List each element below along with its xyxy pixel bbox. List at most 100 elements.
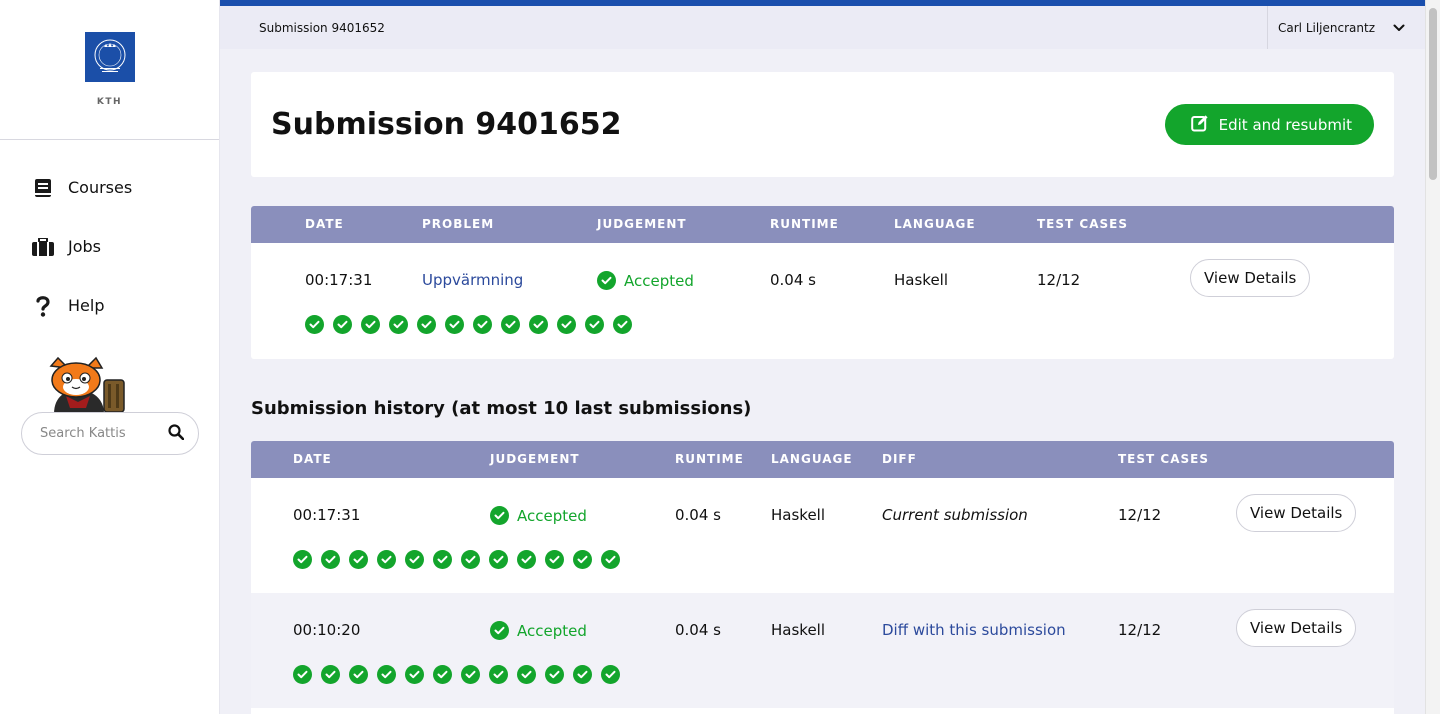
judgement-label: Accepted <box>517 506 587 525</box>
diff-link[interactable]: Diff with this submission <box>882 621 1066 639</box>
language-value: Haskell <box>771 621 826 639</box>
book-icon <box>32 177 54 199</box>
test-case-check-icon <box>361 315 380 334</box>
judgement-label: Accepted <box>517 621 587 640</box>
column-header-date: DATE <box>305 217 344 231</box>
sidebar-item-jobs[interactable]: Jobs <box>0 217 219 276</box>
edit-and-resubmit-button[interactable]: Edit and resubmit <box>1164 104 1374 145</box>
runtime-value: 0.04 s <box>770 271 816 289</box>
test-case-check-icon <box>501 315 520 334</box>
test-case-check-icon <box>293 665 312 684</box>
test-case-check-icon <box>333 315 352 334</box>
judgement-status: Accepted <box>490 506 587 525</box>
table-row: 00:17:31 Accepted 0.04 s Haskell Current… <box>251 478 1394 593</box>
test-case-check-icon <box>461 665 480 684</box>
judgement-status: Accepted <box>597 271 694 290</box>
test-case-check-icon <box>405 550 424 569</box>
sidebar: KTH Courses Jobs Help <box>0 0 220 714</box>
column-header-test-cases: TEST CASES <box>1118 452 1209 466</box>
problem-link[interactable]: Uppvärmning <box>422 271 523 289</box>
test-case-check-icon <box>293 550 312 569</box>
sidebar-item-label: Jobs <box>68 237 101 256</box>
scrollbar-thumb[interactable] <box>1429 8 1437 180</box>
sidebar-item-label: Help <box>68 296 105 315</box>
sidebar-nav: Courses Jobs Help <box>0 140 219 335</box>
kth-crest-icon <box>94 39 125 72</box>
column-header-language: LANGUAGE <box>894 217 976 231</box>
edit-icon <box>1190 114 1209 136</box>
sidebar-item-courses[interactable]: Courses <box>0 158 219 217</box>
test-case-check-icon <box>417 315 436 334</box>
kattis-mascot <box>46 356 132 414</box>
page-header-card: Submission 9401652 Edit and resubmit <box>251 72 1394 177</box>
logo-area: KTH <box>0 0 219 140</box>
kth-logo[interactable] <box>84 32 135 82</box>
search-icon[interactable] <box>168 423 185 444</box>
search-input[interactable] <box>40 426 168 441</box>
submission-date: 00:17:31 <box>293 506 361 524</box>
topbar: Submission 9401652 Carl Liljencrantz <box>220 6 1425 49</box>
test-case-check-icon <box>349 550 368 569</box>
runtime-value: 0.04 s <box>675 506 721 524</box>
chevron-down-icon <box>1393 21 1405 35</box>
test-cases-value: 12/12 <box>1118 506 1162 524</box>
test-case-check-icon <box>349 665 368 684</box>
check-circle-icon <box>490 506 509 525</box>
table-header: DATE JUDGEMENT RUNTIME LANGUAGE DIFF TES… <box>251 441 1394 478</box>
submission-date: 00:10:20 <box>293 621 361 639</box>
test-case-check-icon <box>321 665 340 684</box>
search-box[interactable] <box>21 412 199 455</box>
test-case-check-icon <box>601 665 620 684</box>
test-case-results <box>293 550 620 569</box>
user-menu[interactable]: Carl Liljencrantz <box>1267 6 1425 49</box>
test-case-check-icon <box>585 315 604 334</box>
test-case-check-icon <box>433 550 452 569</box>
test-case-check-icon <box>305 315 324 334</box>
test-case-check-icon <box>545 550 564 569</box>
sidebar-item-help[interactable]: Help <box>0 276 219 335</box>
test-case-check-icon <box>461 550 480 569</box>
column-header-judgement: JUDGEMENT <box>597 217 687 231</box>
user-name: Carl Liljencrantz <box>1278 20 1375 35</box>
test-case-check-icon <box>573 550 592 569</box>
check-circle-icon <box>597 271 616 290</box>
table-row: 00:17:31 Uppvärmning Accepted 0.04 s Has… <box>251 243 1394 358</box>
submission-table: DATE PROBLEM JUDGEMENT RUNTIME LANGUAGE … <box>251 206 1394 359</box>
page-scrollbar[interactable] <box>1425 0 1440 714</box>
column-header-problem: PROBLEM <box>422 217 495 231</box>
sidebar-item-label: Courses <box>68 178 133 197</box>
test-case-check-icon <box>377 550 396 569</box>
view-details-button[interactable]: View Details <box>1236 494 1357 532</box>
test-case-check-icon <box>389 315 408 334</box>
diff-current-label: Current submission <box>882 506 1028 524</box>
test-case-check-icon <box>489 550 508 569</box>
test-case-check-icon <box>557 315 576 334</box>
runtime-value: 0.04 s <box>675 621 721 639</box>
judgement-label: Accepted <box>624 271 694 290</box>
test-case-check-icon <box>433 665 452 684</box>
test-case-results <box>293 665 620 684</box>
test-case-check-icon <box>377 665 396 684</box>
test-case-check-icon <box>489 665 508 684</box>
test-cases-value: 12/12 <box>1037 271 1081 289</box>
view-details-button[interactable]: View Details <box>1190 259 1311 297</box>
language-value: Haskell <box>771 506 826 524</box>
submission-date: 00:17:31 <box>305 271 373 289</box>
judgement-status: Accepted <box>490 621 587 640</box>
test-case-results <box>305 315 632 334</box>
test-case-check-icon <box>545 665 564 684</box>
view-details-button[interactable]: View Details <box>1236 609 1357 647</box>
test-cases-value: 12/12 <box>1118 621 1162 639</box>
briefcase-icon <box>32 236 54 258</box>
history-title: Submission history (at most 10 last subm… <box>251 398 752 419</box>
history-table: DATE JUDGEMENT RUNTIME LANGUAGE DIFF TES… <box>251 441 1394 714</box>
column-header-diff: DIFF <box>882 452 917 466</box>
page-title: Submission 9401652 <box>271 107 622 142</box>
test-case-check-icon <box>517 665 536 684</box>
column-header-language: LANGUAGE <box>771 452 853 466</box>
table-row: 00:10:20 Accepted 0.04 s Haskell Diff wi… <box>251 593 1394 708</box>
test-case-check-icon <box>405 665 424 684</box>
logo-label: KTH <box>96 97 123 107</box>
edit-and-resubmit-label: Edit and resubmit <box>1218 115 1352 134</box>
cat-mascot-icon <box>49 356 125 414</box>
